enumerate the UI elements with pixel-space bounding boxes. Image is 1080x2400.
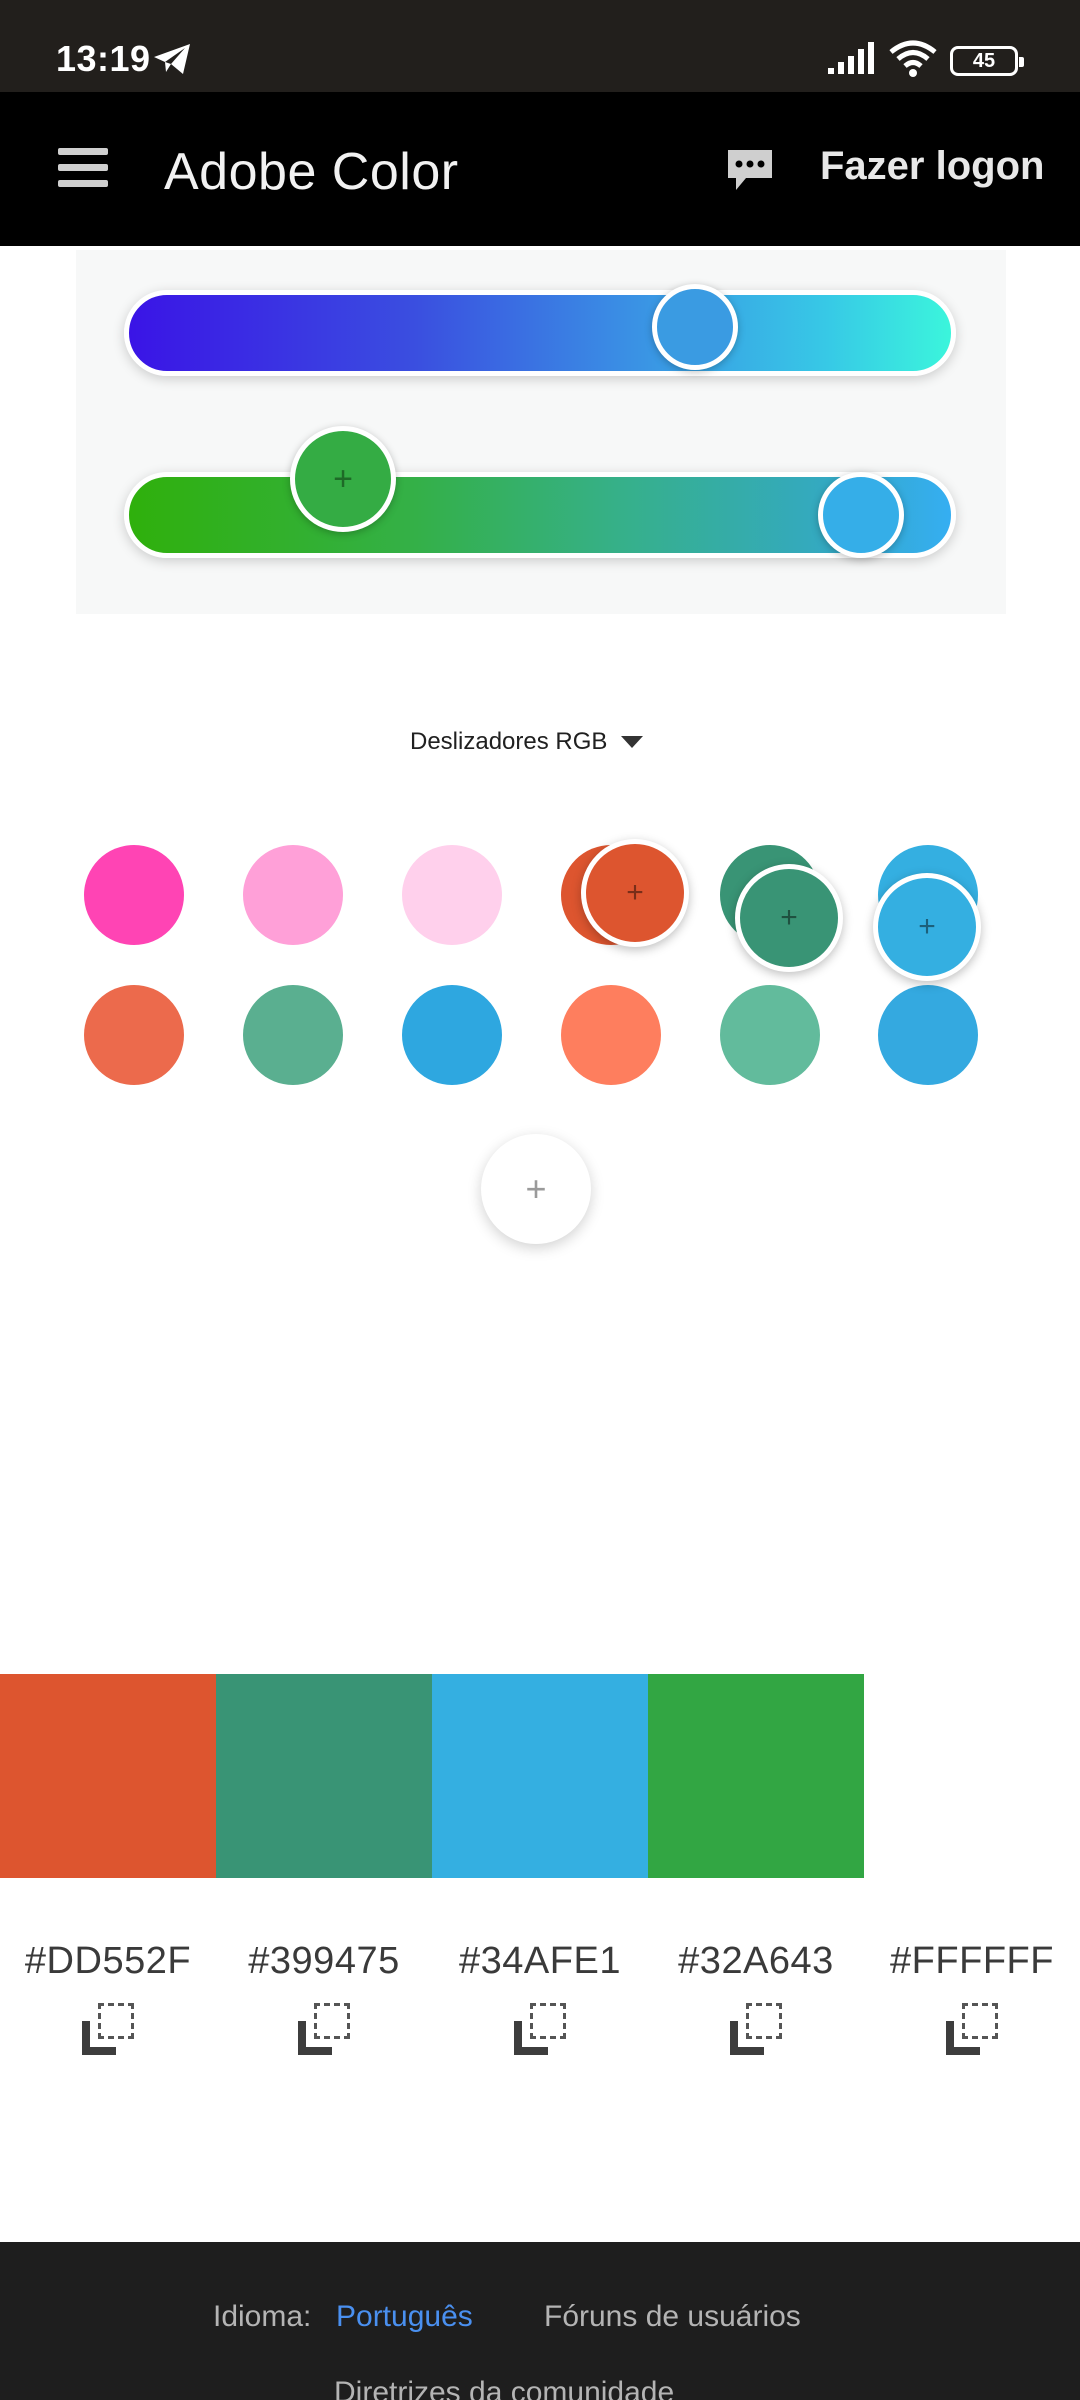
swatch-1-1[interactable] [84, 845, 184, 945]
hex-code[interactable]: #34AFE1 [432, 1940, 648, 1983]
telegram-icon [154, 44, 190, 74]
hex-code-row: #DD552F #399475 #34AFE1 #32A643 #FFFFFF [0, 1940, 1080, 2060]
hex-code[interactable]: #FFFFFF [864, 1940, 1080, 1983]
forums-link[interactable]: Fóruns de usuários [544, 2300, 801, 2334]
status-bar: 13:19 45 [0, 0, 1080, 92]
palette-block-5[interactable] [864, 1674, 1080, 1878]
copy-icon[interactable] [730, 2003, 782, 2055]
chat-icon[interactable] [724, 146, 776, 194]
slider-mode-dropdown[interactable]: Deslizadores RGB [410, 728, 644, 756]
swatch-2-2[interactable] [243, 985, 343, 1085]
battery-icon: 45 [950, 46, 1024, 76]
add-swatch-button[interactable]: + [481, 1134, 591, 1244]
status-time: 13:19 [56, 38, 151, 79]
hex-code[interactable]: #32A643 [648, 1940, 864, 1983]
palette-strip [0, 1674, 1080, 1878]
app-header: Adobe Color Fazer logon [0, 92, 1080, 246]
add-icon: + [918, 910, 936, 943]
copy-icon[interactable] [946, 2003, 998, 2055]
selected-swatch-3[interactable]: + [873, 873, 981, 981]
copy-icon[interactable] [82, 2003, 134, 2055]
app-title: Adobe Color [164, 143, 459, 201]
login-link[interactable]: Fazer logon [820, 144, 1044, 189]
swatch-1-3[interactable] [402, 845, 502, 945]
copy-icon[interactable] [298, 2003, 350, 2055]
guidelines-link[interactable]: Diretrizes da comunidade [334, 2376, 674, 2400]
language-label: Idioma: [213, 2300, 312, 2333]
hex-code[interactable]: #DD552F [0, 1940, 216, 1983]
swatch-1-2[interactable] [243, 845, 343, 945]
add-icon: + [780, 901, 798, 934]
color-slider-panel: + [76, 250, 1006, 614]
slider-handle-2[interactable] [818, 472, 904, 558]
battery-level: 45 [972, 50, 996, 72]
language-link[interactable]: Português [336, 2300, 473, 2334]
swatch-2-1[interactable] [84, 985, 184, 1085]
selected-swatch-2[interactable]: + [735, 864, 843, 972]
hex-code[interactable]: #399475 [216, 1940, 432, 1983]
hex-item: #FFFFFF [864, 1940, 1080, 2055]
wifi-icon [889, 40, 937, 77]
palette-block-2[interactable] [216, 1674, 432, 1878]
palette-block-3[interactable] [432, 1674, 648, 1878]
swatch-2-6[interactable] [878, 985, 978, 1085]
palette-block-4[interactable] [648, 1674, 864, 1878]
swatch-2-3[interactable] [402, 985, 502, 1085]
signal-icon [828, 42, 874, 74]
footer: Idioma: Português Fóruns de usuários Dir… [0, 2242, 1080, 2400]
hex-item: #399475 [216, 1940, 432, 2055]
swatch-2-5[interactable] [720, 985, 820, 1085]
add-icon: + [626, 876, 644, 909]
copy-icon[interactable] [514, 2003, 566, 2055]
chevron-down-icon [621, 736, 644, 748]
slider-mode-label: Deslizadores RGB [410, 728, 608, 755]
add-icon: + [333, 460, 353, 498]
battery-cap [1019, 57, 1024, 67]
plus-icon: + [525, 1168, 547, 1209]
hex-item: #34AFE1 [432, 1940, 648, 2055]
hex-item: #32A643 [648, 1940, 864, 2055]
swatch-2-4[interactable] [561, 985, 661, 1085]
slider-track-1[interactable] [124, 290, 956, 376]
slider-handle-1[interactable] [652, 284, 738, 370]
selected-swatch-1[interactable]: + [581, 839, 689, 947]
color-picker-handle[interactable]: + [290, 426, 396, 532]
menu-icon[interactable] [58, 148, 108, 190]
palette-block-1[interactable] [0, 1674, 216, 1878]
hex-item: #DD552F [0, 1940, 216, 2055]
